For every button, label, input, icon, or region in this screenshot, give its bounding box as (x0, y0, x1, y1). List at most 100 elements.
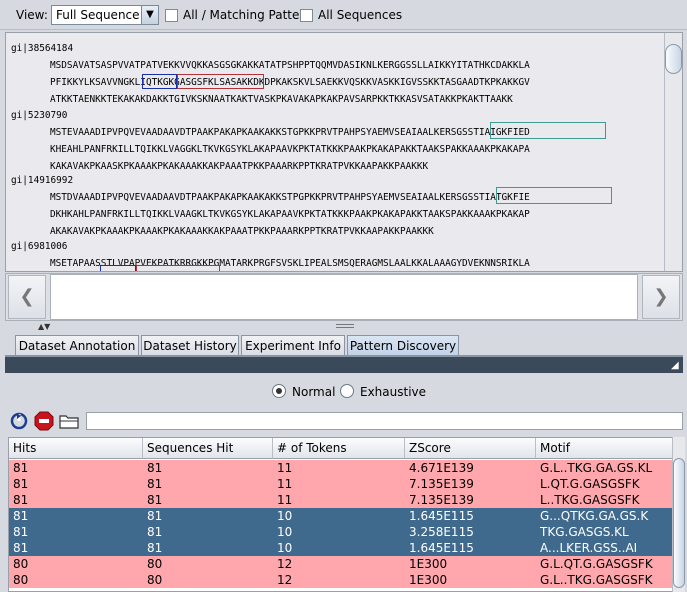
pattern-highlight (100, 265, 136, 271)
folder-icon[interactable] (59, 411, 79, 431)
normal-radio[interactable] (272, 384, 286, 398)
column-header-motif[interactable]: Motif (536, 438, 673, 459)
progress-bar (86, 412, 683, 430)
sequence-line: ATKKTAENKKTEKAKAKDAKKTGIVKSKNAATKAKTVASK… (50, 94, 513, 105)
sequence-viewer[interactable]: gi|38564184 MSDSAVATSASPVVATPATVEKKVVQKK… (5, 32, 683, 272)
table-cell: 81 (147, 525, 163, 539)
table-cell: G.L..TKG.GASGSFK (540, 573, 653, 587)
column-header-hits[interactable]: Hits (9, 438, 143, 459)
table-row[interactable]: 81 81 11 7.135E139 L..TKG.GASGSFK (9, 492, 673, 508)
table-cell: G.L..TKG.GA.GS.KL (540, 461, 653, 475)
pattern-highlight (490, 122, 606, 139)
pattern-highlight (136, 265, 220, 271)
table-cell: A...LKER.GSS..AI (540, 541, 638, 555)
sequence-id: gi|14916992 (11, 175, 74, 186)
table-cell: G.L.QT.G.GASGSFK (540, 557, 653, 571)
table-cell: 1E300 (409, 573, 448, 587)
column-header-tokens[interactable]: # of Tokens (273, 438, 405, 459)
table-cell: 3.258E115 (409, 525, 474, 539)
refresh-icon[interactable] (9, 411, 29, 431)
table-cell: 81 (147, 493, 163, 507)
all-sequences-checkbox[interactable] (300, 9, 313, 22)
splitter-arrows-icon[interactable]: ▲▼ (38, 322, 50, 331)
sequence-line: AKAKAVAKPKAAAKPKAAAKPKAKAAAKKAKPAAATPKKP… (50, 226, 434, 237)
table-cell: 81 (13, 541, 29, 555)
sequence-line: DKHKAHLPANFRKILLTQIKKLVAAGKLTKVKGSYKLAKA… (50, 209, 530, 220)
sequence-line: PFIKKYLKSAVVNGKLIQTKGKGASGSFKLSASAKKDKDP… (50, 77, 530, 88)
table-cell: 81 (13, 477, 29, 491)
tab-dataset-history[interactable]: Dataset History (141, 335, 239, 357)
table-cell: 81 (13, 461, 29, 475)
table-row[interactable]: 81 81 11 4.671E139 G.L..TKG.GA.GS.KL (9, 460, 673, 476)
resize-corner-icon[interactable]: ◢ (671, 361, 681, 371)
table-cell: 80 (13, 557, 29, 571)
sequence-line: KHEAHLPANFRKILLTQIKKLVAGGKLTKVKGSYKLAKAP… (50, 144, 530, 155)
sequence-id: gi|6981006 (11, 241, 68, 252)
table-row[interactable]: 81 81 11 7.135E139 L.QT.G.GASGSFK (9, 476, 673, 492)
tab-pattern-discovery[interactable]: Pattern Discovery (347, 335, 459, 357)
exhaustive-radio-label: Exhaustive (360, 385, 427, 399)
splitter-grip-icon[interactable] (336, 324, 354, 328)
all-matching-checkbox[interactable] (165, 9, 178, 22)
table-cell: 81 (147, 461, 163, 475)
pattern-highlight (177, 74, 264, 89)
table-cell: 11 (277, 461, 293, 475)
table-cell: 80 (147, 573, 163, 587)
nav-right-icon[interactable]: ❯ (642, 275, 680, 319)
top-toolbar: View: Full Sequence ▼ All / Matching Pat… (0, 0, 687, 30)
column-header-zscore[interactable]: ZScore (405, 438, 536, 459)
table-cell: 80 (13, 573, 29, 587)
all-sequences-label: All Sequences (318, 8, 403, 22)
view-select[interactable]: Full Sequence ▼ (51, 5, 159, 25)
table-cell: 1.645E115 (409, 541, 474, 555)
sequence-scrollbar-thumb[interactable] (665, 44, 682, 74)
table-cell: 10 (277, 541, 293, 555)
table-cell: 12 (277, 573, 293, 587)
table-scrollbar-thumb[interactable] (673, 458, 685, 588)
table-row[interactable]: 81 81 10 3.258E115 TKG.GASGS.KL (9, 524, 673, 540)
table-cell: 7.135E139 (409, 493, 474, 507)
table-row[interactable]: 80 80 12 1E300 G.L..TKG.GASGSFK (9, 572, 673, 588)
table-cell: 12 (277, 557, 293, 571)
table-cell: 11 (277, 493, 293, 507)
chevron-down-icon[interactable]: ▼ (141, 6, 158, 24)
table-cell: 81 (147, 477, 163, 491)
results-table[interactable]: Hits Sequences Hit # of Tokens ZScore Mo… (8, 437, 685, 592)
nav-left-icon[interactable]: ❮ (8, 275, 46, 319)
table-cell: 81 (13, 493, 29, 507)
table-cell: 10 (277, 525, 293, 539)
view-select-value: Full Sequence (56, 8, 140, 22)
table-cell: 7.135E139 (409, 477, 474, 491)
column-header-sequences-hit[interactable]: Sequences Hit (143, 438, 273, 459)
table-cell: L.QT.G.GASGSFK (540, 477, 640, 491)
table-cell: G...QTKG.GA.GS.K (540, 509, 649, 523)
table-cell: 81 (13, 509, 29, 523)
exhaustive-radio[interactable] (340, 384, 354, 398)
table-cell: 1.645E115 (409, 509, 474, 523)
table-cell: 10 (277, 509, 293, 523)
panel-header-bar (5, 357, 683, 373)
tab-experiment-info[interactable]: Experiment Info (241, 335, 345, 357)
table-cell: 81 (147, 509, 163, 523)
sequence-id: gi|5230790 (11, 110, 68, 121)
normal-radio-label: Normal (292, 385, 336, 399)
stop-icon[interactable] (34, 411, 54, 431)
pattern-highlight (496, 187, 612, 204)
nav-display (50, 274, 638, 320)
view-label: View: (16, 8, 48, 22)
sequence-line: KAKAVAKPKAASKPKAAAKPKAKAAAKKAKPAAATPKKPA… (50, 161, 429, 172)
table-cell: L..TKG.GASGSFK (540, 493, 640, 507)
table-cell: 4.671E139 (409, 461, 474, 475)
sequence-line: MSDSAVATSASPVVATPATVEKKVVQKKASGSGKAKKATA… (50, 60, 530, 71)
table-row[interactable]: 80 80 12 1E300 G.L.QT.G.GASGSFK (9, 556, 673, 572)
pattern-highlight (142, 74, 177, 89)
tab-dataset-annotation[interactable]: Dataset Annotation (15, 335, 139, 357)
table-row[interactable]: 81 81 10 1.645E115 G...QTKG.GA.GS.K (9, 508, 673, 524)
all-matching-label: All / Matching Pattern (183, 8, 312, 22)
table-cell: TKG.GASGS.KL (540, 525, 629, 539)
table-cell: 11 (277, 477, 293, 491)
table-cell: 80 (147, 557, 163, 571)
table-row[interactable]: 81 81 10 1.645E115 A...LKER.GSS..AI (9, 540, 673, 556)
sequence-line: MSTDVAAADIPVPQVEVAADAAVDTPAAKPAKAPKAAKAK… (50, 192, 530, 203)
table-cell: 81 (147, 541, 163, 555)
